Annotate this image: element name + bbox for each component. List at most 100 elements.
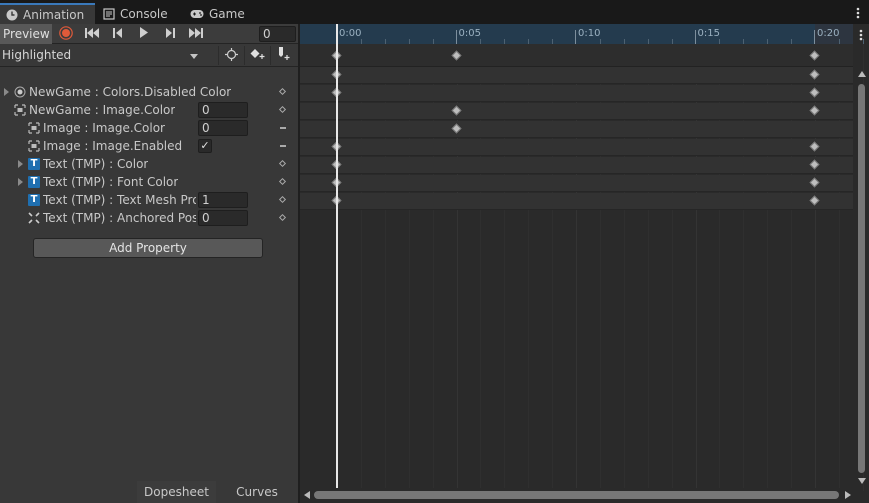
keyframe-toggle-icon[interactable] (278, 213, 287, 222)
keyframe-row[interactable] (300, 139, 853, 156)
keyframe-row[interactable] (300, 157, 853, 174)
last-key-button[interactable] (183, 25, 209, 43)
expand-arrow-icon[interactable] (4, 88, 9, 96)
no-keyframe-icon[interactable] (280, 127, 286, 129)
tab-curves[interactable]: Curves (218, 481, 296, 503)
keyframe[interactable] (809, 87, 820, 98)
scroll-up-icon[interactable] (858, 71, 866, 77)
chevron-down-icon (190, 54, 198, 59)
add-event-button[interactable] (270, 46, 296, 65)
vertical-scrollbar[interactable] (855, 68, 869, 488)
summary-keyframe[interactable] (809, 50, 820, 61)
keyframe-row[interactable] (300, 85, 853, 102)
keyframe[interactable] (809, 69, 820, 80)
vertical-scroll-thumb[interactable] (858, 84, 865, 473)
property-label: Text (TMP) : Font Color (43, 175, 179, 189)
next-key-button[interactable] (157, 25, 183, 43)
prev-key-icon (113, 27, 123, 41)
add-property-button[interactable]: Add Property (33, 238, 263, 258)
first-key-button[interactable] (79, 25, 105, 43)
property-label: Text (TMP) : Color (43, 157, 149, 171)
keyframe-row[interactable] (300, 193, 853, 210)
prev-key-button[interactable] (105, 25, 131, 43)
window-menu-icon[interactable] (855, 6, 861, 20)
property-value-input[interactable]: 0 (198, 120, 248, 136)
ruler-major-tick (694, 30, 696, 44)
play-button[interactable] (131, 25, 157, 43)
keyframe[interactable] (809, 105, 820, 116)
scroll-left-icon[interactable] (304, 491, 310, 499)
frame-input[interactable]: 0 (259, 26, 296, 42)
property-row[interactable]: Text (TMP) : Anchored Posi 0 (0, 209, 298, 227)
property-row[interactable]: Image : Image.Color 0 (0, 119, 298, 137)
property-row[interactable]: NewGame : Colors.Disabled Color (0, 83, 298, 101)
tab-dopesheet[interactable]: Dopesheet (137, 481, 216, 503)
property-value-input[interactable]: 0 (198, 102, 248, 118)
ruler-major-tick (575, 30, 576, 44)
scroll-right-icon[interactable] (845, 491, 851, 499)
property-value-input[interactable]: 0 (198, 210, 248, 226)
ruler-time-label: 0:20 (817, 28, 840, 39)
tab-console-label: Console (120, 6, 168, 21)
tmp-text-icon: T (28, 158, 40, 170)
keyframe-toggle-icon[interactable] (278, 87, 287, 96)
keyframe[interactable] (809, 195, 820, 206)
property-value-input[interactable]: 1 (198, 192, 248, 208)
summary-keyframe-row[interactable] (300, 44, 853, 67)
keyframe[interactable] (451, 105, 461, 116)
record-button[interactable] (53, 25, 79, 43)
ruler-time-label: 0:05 (458, 28, 481, 39)
property-row[interactable]: T Text (TMP) : Text Mesh Pro 1 (0, 191, 298, 209)
property-row[interactable]: T Text (TMP) : Font Color (0, 173, 298, 191)
tab-console[interactable]: Console (97, 3, 174, 24)
expand-arrow-icon[interactable] (18, 160, 23, 168)
keyframe[interactable] (809, 159, 820, 170)
tmp-text-icon: T (28, 176, 40, 188)
horizontal-scroll-thumb[interactable] (314, 491, 839, 499)
property-checkbox[interactable]: ✓ (198, 139, 212, 153)
first-key-icon (85, 27, 99, 41)
summary-keyframe[interactable] (451, 50, 461, 61)
scroll-down-icon[interactable] (858, 478, 866, 484)
preview-button[interactable]: Preview (0, 24, 52, 44)
image-icon (28, 122, 40, 134)
clip-toolbar: Highlighted (0, 44, 298, 67)
keyframe-row[interactable] (300, 67, 853, 84)
keyframe[interactable] (809, 177, 820, 188)
clock-icon (6, 9, 18, 21)
clip-dropdown[interactable]: Highlighted (0, 46, 203, 65)
property-label: NewGame : Image.Color (29, 103, 176, 117)
image-icon (14, 104, 26, 116)
clip-dropdown-label: Highlighted (2, 48, 72, 62)
property-row[interactable]: T Text (TMP) : Color (0, 155, 298, 173)
filter-by-selection-button[interactable] (218, 46, 244, 65)
ruler-major-tick (814, 30, 815, 44)
window-tab-bar: Animation Console Game (0, 0, 869, 24)
record-icon (59, 25, 73, 43)
property-row[interactable]: NewGame : Image.Color 0 (0, 101, 298, 119)
dopesheet-area[interactable]: 0:00 0:05 0:10 0:15 0:20 (300, 24, 869, 503)
tab-game[interactable]: Game (184, 3, 251, 24)
keyframe[interactable] (451, 123, 461, 134)
property-label: Image : Image.Color (43, 121, 165, 135)
ruler-time-label: 0:10 (578, 28, 601, 39)
dopesheet-menu-icon[interactable] (859, 28, 863, 42)
time-ruler[interactable]: 0:00 0:05 0:10 0:15 0:20 (300, 24, 864, 44)
playhead[interactable] (336, 24, 338, 488)
keyframe-row[interactable] (300, 175, 853, 192)
keyframe-toggle-icon[interactable] (278, 159, 287, 168)
no-keyframe-icon[interactable] (280, 145, 286, 147)
keyframe[interactable] (809, 141, 820, 152)
keyframe-toggle-icon[interactable] (278, 177, 287, 186)
property-row[interactable]: Image : Image.Enabled ✓ (0, 137, 298, 155)
keyframe-toggle-icon[interactable] (278, 195, 287, 204)
keyframe-toggle-icon[interactable] (278, 105, 287, 114)
keyframe-row[interactable] (300, 121, 853, 138)
add-keyframe-button[interactable] (244, 46, 270, 65)
expand-arrow-icon[interactable] (18, 178, 23, 186)
horizontal-scrollbar[interactable] (300, 488, 853, 503)
tab-animation[interactable]: Animation (0, 3, 95, 24)
view-mode-tabs: Dopesheet Curves (0, 481, 298, 503)
keyframe-row[interactable] (300, 103, 853, 120)
image-icon (28, 140, 40, 152)
